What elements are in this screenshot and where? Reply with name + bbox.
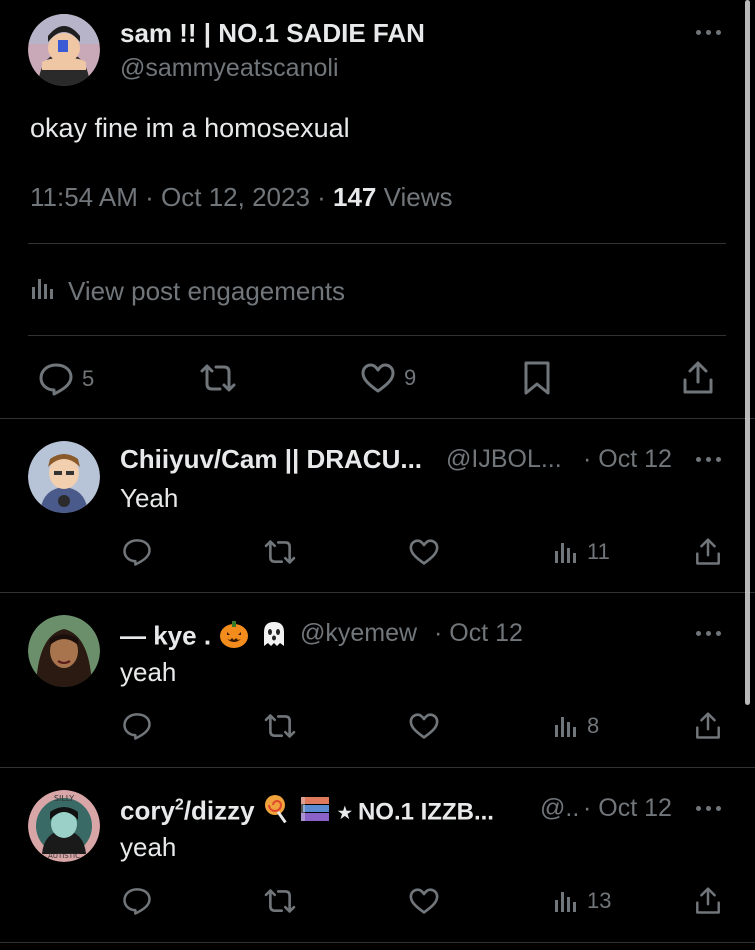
- like-button[interactable]: [408, 538, 440, 566]
- main-post-display-name[interactable]: sam !! | NO.1 SADIE FAN: [120, 18, 425, 49]
- divider: [28, 335, 726, 336]
- reply-count: 5: [82, 366, 95, 391]
- books-icon: [299, 794, 331, 831]
- reply-text: Yeah: [120, 483, 179, 513]
- reply-button[interactable]: [122, 537, 152, 567]
- repost-button[interactable]: [262, 538, 298, 566]
- more-dots-icon[interactable]: [696, 27, 726, 37]
- reply-display-name[interactable]: cory2/dizzy ⭑ NO.1 IZZB...: [120, 793, 494, 832]
- share-icon: [694, 537, 722, 567]
- lollipop-icon: [262, 793, 292, 832]
- views-count: 147: [333, 182, 377, 212]
- reply-button[interactable]: [122, 886, 152, 916]
- reply-avatar[interactable]: SILLY AUTISTIC: [28, 790, 100, 862]
- reply-display-name-tail: ⭑ NO.1 IZZB...: [338, 798, 494, 826]
- views-button[interactable]: 11: [553, 539, 610, 565]
- repost-button[interactable]: [198, 362, 238, 394]
- bar-chart-icon: [30, 275, 56, 308]
- views-count: 8: [587, 713, 600, 738]
- share-button[interactable]: [694, 886, 722, 916]
- bookmark-icon: [522, 360, 552, 396]
- share-icon: [694, 886, 722, 916]
- heart-icon: [408, 887, 440, 915]
- reply-post[interactable]: Chiiyuv/Cam || DRACU... @IJBOL... · Oct …: [0, 419, 755, 592]
- speech-bubble-icon: [38, 362, 74, 396]
- reply-text: yeah: [120, 832, 177, 862]
- views-label: Views: [376, 182, 453, 212]
- reply-post[interactable]: — kye . @kyemew · Oct 12 yeah 8: [0, 593, 755, 767]
- bookmark-button[interactable]: [522, 360, 552, 396]
- reply-date[interactable]: · Oct 12: [583, 445, 672, 474]
- reply-date[interactable]: · Oct 12: [583, 794, 672, 823]
- reply-text: yeah: [120, 657, 177, 687]
- reply-button[interactable]: 5: [38, 362, 94, 396]
- views-button[interactable]: 13: [553, 888, 611, 914]
- speech-bubble-icon: [122, 537, 152, 567]
- reply-avatar[interactable]: [28, 615, 100, 687]
- views-button[interactable]: 8: [553, 713, 599, 739]
- reply-button[interactable]: [122, 711, 152, 741]
- post-timestamp[interactable]: 11:54 AM · Oct 12, 2023 ·: [30, 182, 333, 212]
- main-post-text: okay fine im a homosexual: [30, 113, 350, 143]
- reply-handle[interactable]: @..: [540, 794, 579, 823]
- reply-post[interactable]: SILLY AUTISTIC cory2/dizzy ⭑ NO.1 IZZB..…: [0, 768, 755, 942]
- heart-icon: [360, 362, 396, 394]
- heart-icon: [408, 712, 440, 740]
- reply-date[interactable]: · Oct 12: [434, 619, 523, 648]
- share-button[interactable]: [681, 360, 715, 396]
- reply-display-name[interactable]: Chiiyuv/Cam || DRACU...: [120, 444, 422, 475]
- like-count: 9: [404, 365, 417, 390]
- repost-icon: [198, 362, 238, 394]
- views-count: 13: [587, 888, 612, 913]
- repost-button[interactable]: [262, 712, 298, 740]
- like-button[interactable]: [408, 887, 440, 915]
- view-engagements-link[interactable]: View post engagements: [30, 275, 345, 308]
- reply-avatar[interactable]: [28, 441, 100, 513]
- views-count: 11: [587, 539, 610, 564]
- bar-chart-icon: [553, 888, 579, 914]
- reply-display-name-text: cory: [120, 795, 175, 826]
- superscript: 2: [174, 796, 184, 814]
- jack-o-lantern-icon: [218, 618, 250, 657]
- repost-icon: [262, 712, 298, 740]
- share-icon: [694, 711, 722, 741]
- repost-icon: [262, 538, 298, 566]
- more-dots-icon[interactable]: [696, 803, 726, 813]
- bar-chart-icon: [553, 713, 579, 739]
- post-meta: 11:54 AM · Oct 12, 2023 · 147 Views: [30, 182, 453, 213]
- speech-bubble-icon: [122, 886, 152, 916]
- heart-icon: [408, 538, 440, 566]
- more-dots-icon[interactable]: [696, 454, 726, 464]
- svg-text:AUTISTIC: AUTISTIC: [48, 852, 80, 860]
- share-button[interactable]: [694, 537, 722, 567]
- reply-display-name-text: /dizzy: [183, 795, 255, 826]
- repost-button[interactable]: [262, 887, 298, 915]
- main-post-handle[interactable]: @sammyeatscanoli: [120, 54, 339, 83]
- reply-handle[interactable]: @kyemew: [300, 619, 417, 648]
- reply-handle[interactable]: @IJBOL...: [446, 445, 562, 474]
- main-post: sam !! | NO.1 SADIE FAN @sammyeatscanoli…: [0, 0, 755, 419]
- main-post-avatar[interactable]: [28, 14, 100, 86]
- speech-bubble-icon: [122, 711, 152, 741]
- divider: [28, 243, 726, 244]
- ghost-icon: [258, 618, 290, 657]
- divider: [0, 942, 755, 943]
- reply-display-name-text: — kye .: [120, 620, 212, 651]
- share-button[interactable]: [694, 711, 722, 741]
- engagements-label: View post engagements: [68, 276, 346, 306]
- like-button[interactable]: [408, 712, 440, 740]
- bar-chart-icon: [553, 539, 579, 565]
- svg-text:SILLY: SILLY: [54, 794, 74, 803]
- like-button[interactable]: 9: [360, 362, 416, 394]
- share-icon: [681, 360, 715, 396]
- repost-icon: [262, 887, 298, 915]
- scrollbar[interactable]: [745, 0, 750, 705]
- reply-display-name[interactable]: — kye .: [120, 618, 290, 657]
- more-dots-icon[interactable]: [696, 628, 726, 638]
